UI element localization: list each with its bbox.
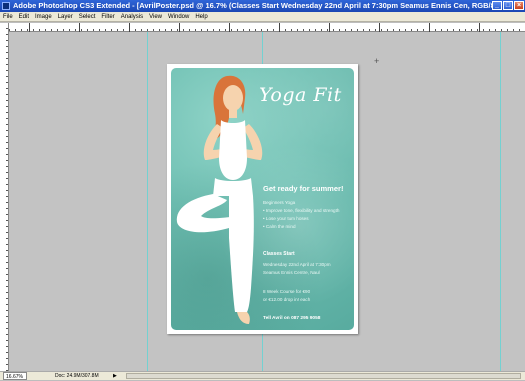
zoom-level-field[interactable]: 16.67% — [3, 372, 27, 380]
document-canvas[interactable]: Yoga Fit Get ready for summer! Beginners… — [167, 64, 358, 334]
menu-edit[interactable]: Edit — [19, 12, 29, 21]
window-controls: _ □ × — [492, 1, 524, 10]
poster-course-info: 8 Week Course for €90 or €12.00 drop in!… — [263, 289, 311, 302]
title-bar: Adobe Photoshop CS3 Extended - [AvrilPos… — [0, 0, 525, 12]
poster-title: Yoga Fit — [259, 84, 342, 106]
poster-class-details: Wednesday 22nd April at 7:30pm Seamus En… — [263, 262, 331, 275]
status-bar: 16.67% Doc: 24.9M/307.8M ▶ — [0, 371, 525, 380]
crosshair-cursor-icon: + — [374, 56, 380, 66]
yoga-poster: Yoga Fit Get ready for summer! Beginners… — [171, 68, 354, 330]
maximize-button[interactable]: □ — [503, 1, 513, 10]
horizontal-scrollbar[interactable] — [126, 373, 521, 379]
document-size-info: Doc: 24.9M/307.8M — [55, 373, 99, 379]
poster-bullets: Beginners Yoga • Improve tone, flexibili… — [263, 200, 340, 229]
menu-view[interactable]: View — [149, 12, 162, 21]
menu-file[interactable]: File — [3, 12, 13, 21]
poster-subheading: Classes Start — [263, 251, 295, 257]
vertical-ruler[interactable] — [0, 23, 9, 371]
close-button[interactable]: × — [514, 1, 524, 10]
menu-layer[interactable]: Layer — [58, 12, 73, 21]
menu-select[interactable]: Select — [79, 12, 96, 21]
menu-filter[interactable]: Filter — [101, 12, 114, 21]
menu-bar: File Edit Image Layer Select Filter Anal… — [0, 12, 525, 22]
menu-image[interactable]: Image — [35, 12, 52, 21]
menu-help[interactable]: Help — [195, 12, 207, 21]
guide-line[interactable] — [147, 32, 148, 371]
poster-headline: Get ready for summer! — [263, 184, 344, 193]
menu-window[interactable]: Window — [168, 12, 189, 21]
guide-line[interactable] — [500, 32, 501, 371]
menu-analysis[interactable]: Analysis — [121, 12, 143, 21]
poster-contact: Tell Avril on 087 295 9058 — [263, 316, 321, 321]
window-title: Adobe Photoshop CS3 Extended - [AvrilPos… — [13, 1, 500, 10]
horizontal-ruler[interactable] — [9, 23, 525, 32]
photoshop-app-icon — [2, 2, 10, 10]
minimize-button[interactable]: _ — [492, 1, 502, 10]
status-menu-arrow-icon[interactable]: ▶ — [113, 372, 117, 380]
